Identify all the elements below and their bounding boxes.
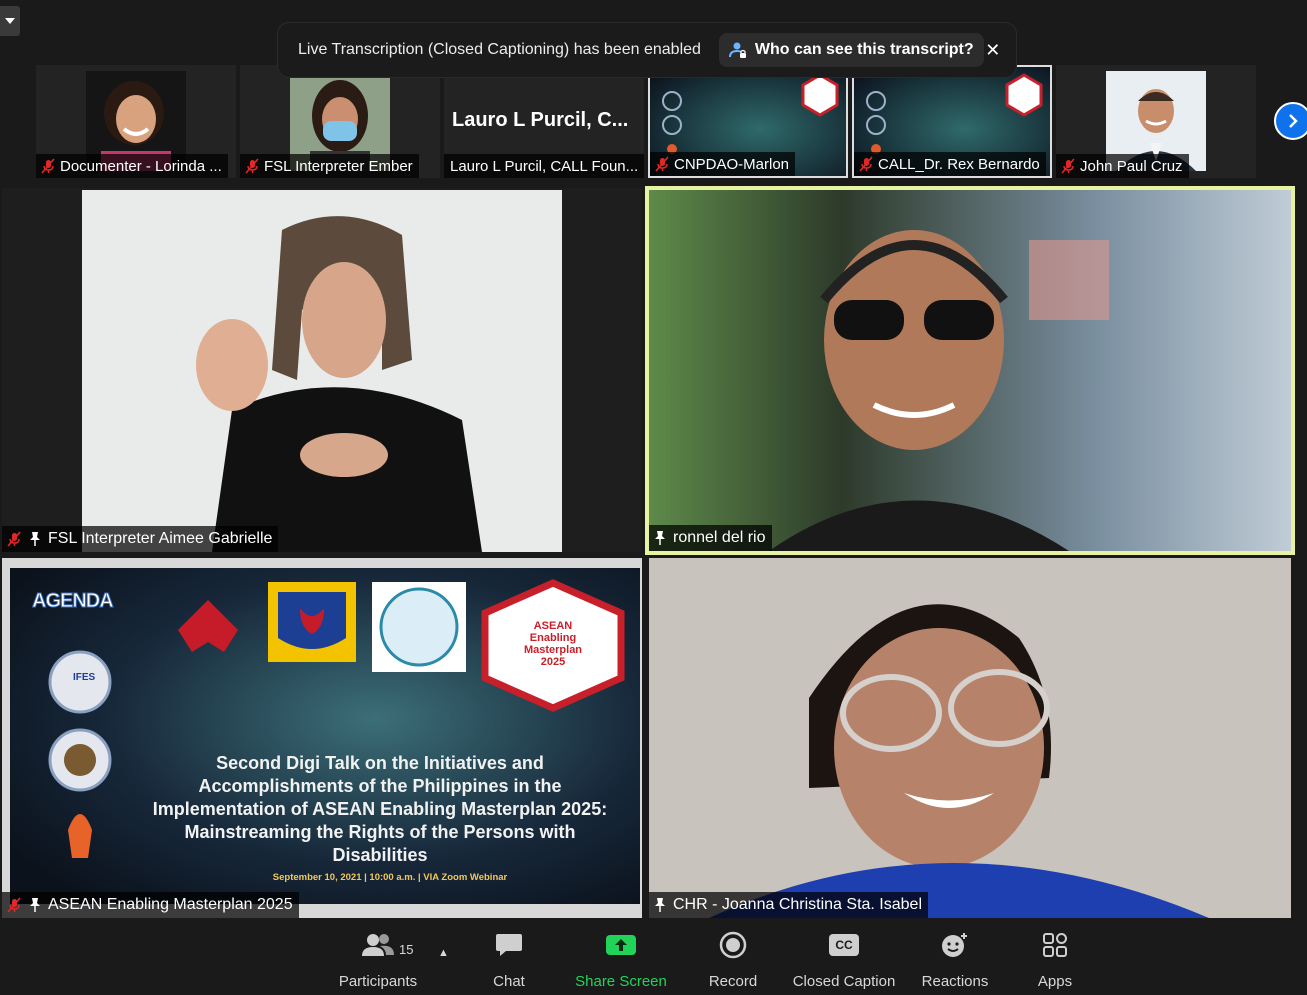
record-label: Record <box>708 973 758 990</box>
close-icon[interactable]: ✕ <box>984 37 1002 63</box>
filmstrip-next-button[interactable] <box>1274 102 1307 140</box>
agenda-logo: AGENDA <box>32 590 115 613</box>
reactions-icon <box>940 925 970 965</box>
participant-display-name: Lauro L Purcil, C... <box>452 109 629 131</box>
participant-name-label: Documenter - Lorinda ... <box>36 154 228 178</box>
asean-masterplan-logo: ASEAN Enabling Masterplan 2025 <box>523 620 583 668</box>
meeting-controls-toolbar: Participants 15 ▲ Chat Share Screen Reco… <box>0 925 1307 995</box>
banner-message: Live Transcription (Closed Captioning) h… <box>298 41 701 58</box>
chat-label: Chat <box>493 973 525 990</box>
filmstrip-tile-documenter-lorinda[interactable]: Documenter - Lorinda ... <box>36 65 236 178</box>
participant-name-label: ASEAN Enabling Masterplan 2025 <box>2 892 299 918</box>
participant-name: FSL Interpreter Aimee Gabrielle <box>48 530 273 547</box>
participant-video <box>649 190 1291 551</box>
share-screen-button[interactable]: Share Screen <box>571 925 671 995</box>
closed-caption-button[interactable]: CC Closed Caption <box>788 925 900 995</box>
mic-muted-icon <box>7 531 21 547</box>
zoom-meeting-window: Documenter - Lorinda ... FSL Interpreter… <box>0 0 1307 995</box>
participant-name: CNPDAO-Marlon <box>674 155 790 173</box>
video-tile-asean-enabling-masterplan[interactable]: AGENDA IFES ASEAN Enabling Masterplan 20… <box>2 558 642 918</box>
chat-button[interactable]: Chat <box>474 925 544 995</box>
record-icon <box>719 925 747 965</box>
ifes-logo: IFES <box>73 672 96 683</box>
participant-video <box>649 558 1291 918</box>
participant-name-label: FSL Interpreter Ember <box>240 154 419 178</box>
person-lock-icon <box>728 42 746 58</box>
filmstrip-tile-lauro-purcil[interactable]: Lauro L Purcil, C... Lauro L Purcil, CAL… <box>444 65 644 178</box>
participant-name-label: FSL Interpreter Aimee Gabrielle <box>2 526 279 552</box>
mic-muted-icon <box>7 897 21 913</box>
slide-title: Second Digi Talk on the Initiatives and … <box>152 753 608 865</box>
who-can-see-transcript-button[interactable]: Who can see this transcript? <box>718 33 984 67</box>
filmstrip-tile-john-paul-cruz[interactable]: John Paul Cruz <box>1056 65 1256 178</box>
video-tile-ronnel-del-rio[interactable]: ronnel del rio <box>649 190 1291 551</box>
closed-caption-label: Closed Caption <box>792 973 896 990</box>
filmstrip-tile-call-dr-rex-bernardo[interactable]: CALL_Dr. Rex Bernardo <box>852 65 1052 178</box>
chevron-right-icon <box>1289 114 1298 128</box>
view-options-dropdown[interactable] <box>0 6 20 36</box>
reactions-label: Reactions <box>921 973 989 990</box>
participant-name-label: ronnel del rio <box>649 525 772 551</box>
video-tile-fsl-interpreter-aimee[interactable]: FSL Interpreter Aimee Gabrielle <box>2 188 642 552</box>
share-screen-icon <box>605 925 637 965</box>
participant-name-label: CHR - Joanna Christina Sta. Isabel <box>649 892 928 918</box>
participant-name: Lauro L Purcil, CALL Foun... <box>450 157 639 175</box>
reactions-button[interactable]: Reactions <box>915 925 995 995</box>
filmstrip-tile-fsl-interpreter-ember[interactable]: FSL Interpreter Ember <box>240 65 440 178</box>
spotlight-pin-icon <box>30 898 40 912</box>
mic-muted-icon <box>655 156 669 172</box>
participant-name-label: Lauro L Purcil, CALL Foun... <box>444 154 644 178</box>
mic-muted-icon <box>245 158 259 174</box>
participant-name: CALL_Dr. Rex Bernardo <box>878 155 1040 173</box>
mic-muted-icon <box>1061 158 1075 174</box>
apps-label: Apps <box>1037 973 1073 990</box>
apps-button[interactable]: Apps <box>1025 925 1085 995</box>
mic-muted-icon <box>859 156 873 172</box>
participant-name-label: John Paul Cruz <box>1056 154 1189 178</box>
spotlight-pin-icon <box>30 532 40 546</box>
participant-name-label: CALL_Dr. Rex Bernardo <box>854 152 1046 176</box>
who-can-see-label: Who can see this transcript? <box>754 41 974 58</box>
share-screen-label: Share Screen <box>575 973 667 990</box>
participant-name: CHR - Joanna Christina Sta. Isabel <box>673 896 922 913</box>
chat-icon <box>495 925 523 965</box>
participant-name-label: CNPDAO-Marlon <box>650 152 796 176</box>
participant-name: ronnel del rio <box>673 529 766 546</box>
filmstrip-tile-cnpdao-marlon[interactable]: CNPDAO-Marlon <box>648 65 848 178</box>
spotlight-pin-icon <box>655 531 665 545</box>
participant-name: Documenter - Lorinda ... <box>60 157 222 175</box>
spotlight-pin-icon <box>655 898 665 912</box>
participant-name: ASEAN Enabling Masterplan 2025 <box>48 896 293 913</box>
cc-badge: CC <box>829 934 859 956</box>
record-button[interactable]: Record <box>698 925 768 995</box>
closed-caption-icon: CC <box>829 925 859 965</box>
participant-video <box>82 190 562 552</box>
participant-count: 15 <box>399 942 414 957</box>
participants-button[interactable]: Participants <box>333 925 423 995</box>
slide-date-line: September 10, 2021 | 10:00 a.m. | VIA Zo… <box>272 872 508 883</box>
participant-name: FSL Interpreter Ember <box>264 157 413 175</box>
transcription-notification-banner: Live Transcription (Closed Captioning) h… <box>277 22 1017 78</box>
apps-icon <box>1042 925 1068 965</box>
shared-slide: AGENDA IFES ASEAN Enabling Masterplan 20… <box>10 568 640 904</box>
video-tile-chr-joanna-isabel[interactable]: CHR - Joanna Christina Sta. Isabel <box>649 558 1291 918</box>
participants-icon <box>361 925 395 965</box>
participant-name: John Paul Cruz <box>1080 157 1183 175</box>
mic-muted-icon <box>41 158 55 174</box>
participants-label: Participants <box>338 973 418 990</box>
participants-options-caret-icon[interactable]: ▲ <box>438 947 449 959</box>
chevron-down-icon <box>5 18 15 24</box>
